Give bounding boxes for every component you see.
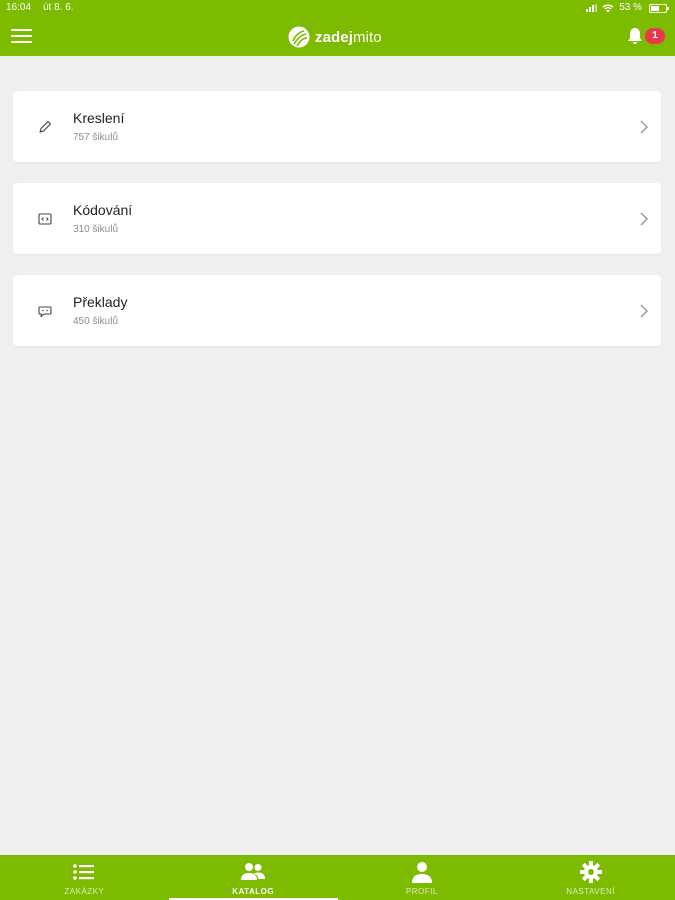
tab-profil[interactable]: PROFIL xyxy=(338,855,507,900)
gear-icon xyxy=(579,861,602,883)
menu-line xyxy=(11,41,32,43)
app-header: 16:04 út 8. 6. 53 % zadejmito 1 xyxy=(0,0,675,56)
category-count: 450 šikulů xyxy=(73,316,119,327)
translate-icon xyxy=(38,306,52,318)
battery-percent: 53 % xyxy=(619,2,642,13)
tab-label: NASTAVENÍ xyxy=(566,887,615,896)
bell-icon[interactable] xyxy=(625,26,645,46)
tab-zakazky[interactable]: ZAKÁZKY xyxy=(0,855,169,900)
notification-badge[interactable]: 1 xyxy=(645,28,665,44)
category-list: Kreslení 757 šikulů Kódování 310 šikulů … xyxy=(13,91,661,367)
pencil-icon xyxy=(39,120,52,133)
category-title: Kreslení xyxy=(73,110,125,126)
tab-bar: ZAKÁZKY KATALOG PROFIL NASTAVENÍ xyxy=(0,855,675,900)
person-icon xyxy=(411,862,432,883)
category-card-kodovani[interactable]: Kódování 310 šikulů xyxy=(13,183,661,254)
people-icon xyxy=(241,863,266,880)
category-title: Kódování xyxy=(73,202,133,218)
tab-label: ZAKÁZKY xyxy=(64,887,105,896)
signal-icon xyxy=(586,4,598,12)
battery-icon xyxy=(649,3,669,13)
tab-katalog[interactable]: KATALOG xyxy=(168,855,338,900)
menu-button[interactable] xyxy=(11,29,32,43)
chevron-right-icon xyxy=(640,304,649,318)
category-count: 757 šikulů xyxy=(73,132,119,143)
tab-label: PROFIL xyxy=(405,887,438,896)
category-card-kresleni[interactable]: Kreslení 757 šikulů xyxy=(13,91,661,162)
tab-label: KATALOG xyxy=(232,887,275,896)
status-time: 16:04 xyxy=(6,2,32,13)
menu-line xyxy=(11,35,32,37)
logo-text: zadejmito xyxy=(315,28,382,46)
status-bar: 16:04 út 8. 6. 53 % xyxy=(0,0,675,16)
wifi-icon xyxy=(602,4,614,12)
code-icon xyxy=(38,213,52,225)
category-card-preklady[interactable]: Překlady 450 šikulů xyxy=(13,275,661,346)
chevron-right-icon xyxy=(640,212,649,226)
menu-line xyxy=(11,29,32,31)
app-logo: zadejmito xyxy=(288,24,382,50)
category-title: Překlady xyxy=(73,294,128,310)
logo-mark-icon xyxy=(288,26,310,48)
tab-nastaveni[interactable]: NASTAVENÍ xyxy=(506,855,675,900)
list-icon xyxy=(73,864,95,880)
status-date: út 8. 6. xyxy=(43,2,74,13)
category-count: 310 šikulů xyxy=(73,224,119,235)
status-right: 53 % xyxy=(586,0,669,16)
chevron-right-icon xyxy=(640,120,649,134)
